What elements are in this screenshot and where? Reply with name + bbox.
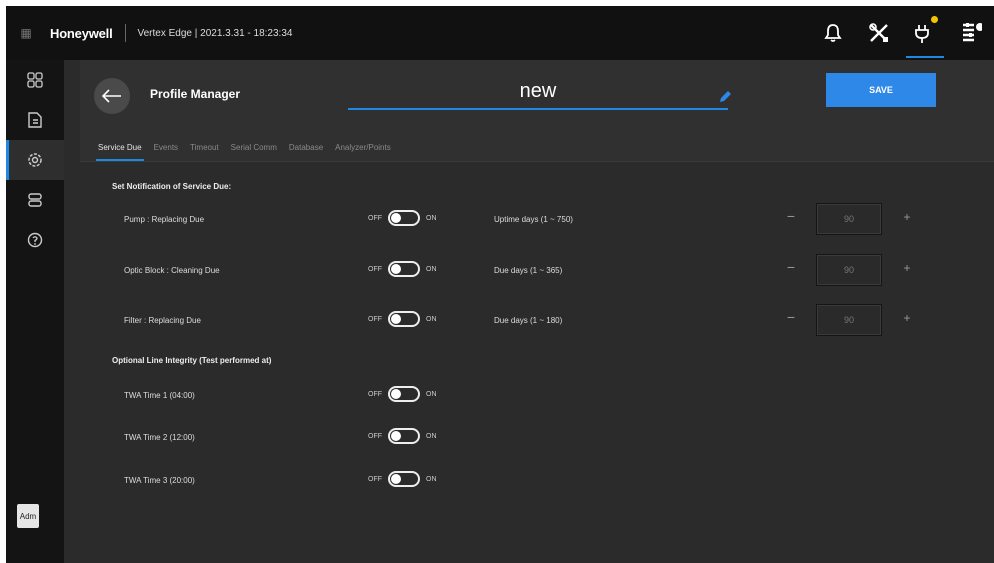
dashboard-icon[interactable] [6, 60, 64, 100]
toggle-knob [391, 389, 401, 399]
back-button[interactable] [94, 78, 130, 114]
range-label: Uptime days (1 ~ 750) [494, 215, 573, 224]
tab-serial-comm[interactable]: Serial Comm [231, 143, 277, 161]
brand-logo: Honeywell [50, 25, 113, 41]
toggle-off-label: OFF [368, 432, 382, 440]
page-header: Profile Manager new SAVE [80, 60, 994, 134]
row-label: TWA Time 1 (04:00) [124, 391, 195, 400]
top-bar: ▦ Honeywell Vertex Edge | 2021.3.31 - 18… [6, 6, 994, 60]
toggle-switch[interactable]: OFF ON [368, 261, 437, 277]
toggle-track[interactable] [388, 471, 420, 487]
toggle-track[interactable] [388, 311, 420, 327]
sidebar: Adm [6, 60, 64, 563]
plug-icon[interactable] [902, 6, 948, 60]
range-label: Due days (1 ~ 180) [494, 316, 563, 325]
row-label: TWA Time 2 (12:00) [124, 433, 195, 442]
help-icon[interactable] [6, 220, 64, 260]
tab-analyzer-points[interactable]: Analyzer/Points [335, 143, 391, 161]
tab-service-due[interactable]: Service Due [96, 143, 144, 161]
list-settings-icon[interactable] [948, 6, 994, 60]
toggle-off-label: OFF [368, 265, 382, 273]
toggle-on-label: ON [426, 432, 437, 440]
toggle-track[interactable] [388, 386, 420, 402]
app-title: Vertex Edge | 2021.3.31 - 18:23:34 [137, 27, 293, 39]
page-title: Profile Manager [150, 87, 241, 101]
profile-name-value: new [519, 80, 557, 102]
settings-icon[interactable] [6, 140, 64, 180]
tools-icon[interactable] [856, 6, 902, 60]
toggle-knob [391, 213, 401, 223]
toggle-track[interactable] [388, 428, 420, 444]
toggle-switch[interactable]: OFF ON [368, 386, 437, 402]
toggle-on-label: ON [426, 214, 437, 222]
toggle-track[interactable] [388, 261, 420, 277]
section-title-line-integrity: Optional Line Integrity (Test performed … [112, 356, 272, 365]
toggle-on-label: ON [426, 265, 437, 273]
toggle-knob [391, 264, 401, 274]
notification-dot [929, 14, 940, 25]
app-window: ▦ Honeywell Vertex Edge | 2021.3.31 - 18… [6, 6, 994, 563]
row-label: Optic Block : Cleaning Due [124, 266, 220, 275]
toggle-off-label: OFF [368, 390, 382, 398]
increment-button[interactable]: + [900, 210, 914, 224]
bell-icon[interactable] [810, 6, 856, 60]
tab-database[interactable]: Database [289, 143, 323, 161]
toggle-off-label: OFF [368, 315, 382, 323]
save-button[interactable]: SAVE [826, 73, 936, 107]
toggle-knob [391, 431, 401, 441]
section-title-service-due: Set Notification of Service Due: [112, 182, 232, 191]
topbar-icons [810, 6, 994, 60]
toggle-switch[interactable]: OFF ON [368, 471, 437, 487]
toggle-switch[interactable]: OFF ON [368, 311, 437, 327]
tab-timeout[interactable]: Timeout [190, 143, 219, 161]
servers-icon[interactable] [6, 180, 64, 220]
row-label: Pump : Replacing Due [124, 215, 205, 224]
toggle-knob [391, 314, 401, 324]
profile-name-field[interactable]: new [348, 74, 731, 110]
decrement-button[interactable]: − [784, 259, 798, 275]
toggle-on-label: ON [426, 315, 437, 323]
row-label: Filter : Replacing Due [124, 316, 201, 325]
range-label: Due days (1 ~ 365) [494, 266, 563, 275]
document-icon[interactable] [6, 100, 64, 140]
decrement-button[interactable]: − [784, 208, 798, 224]
toggle-knob [391, 474, 401, 484]
toggle-off-label: OFF [368, 475, 382, 483]
menu-icon[interactable]: ▦ [6, 26, 46, 40]
divider [124, 24, 126, 42]
toggle-on-label: ON [426, 475, 437, 483]
days-input[interactable]: 90 [816, 203, 882, 235]
toggle-off-label: OFF [368, 214, 382, 222]
tab-bar: Service Due Events Timeout Serial Comm D… [80, 134, 994, 162]
pencil-icon[interactable] [718, 90, 732, 104]
increment-button[interactable]: + [900, 311, 914, 325]
days-input[interactable]: 90 [816, 254, 882, 286]
toggle-switch[interactable]: OFF ON [368, 210, 437, 226]
user-avatar[interactable]: Adm [17, 504, 39, 528]
arrow-left-icon [102, 89, 121, 103]
service-due-panel: Set Notification of Service Due: Pump : … [80, 162, 994, 563]
row-label: TWA Time 3 (20:00) [124, 476, 195, 485]
tab-events[interactable]: Events [154, 143, 178, 161]
increment-button[interactable]: + [900, 261, 914, 275]
toggle-on-label: ON [426, 390, 437, 398]
decrement-button[interactable]: − [784, 309, 798, 325]
toggle-switch[interactable]: OFF ON [368, 428, 437, 444]
days-input[interactable]: 90 [816, 304, 882, 336]
toggle-track[interactable] [388, 210, 420, 226]
